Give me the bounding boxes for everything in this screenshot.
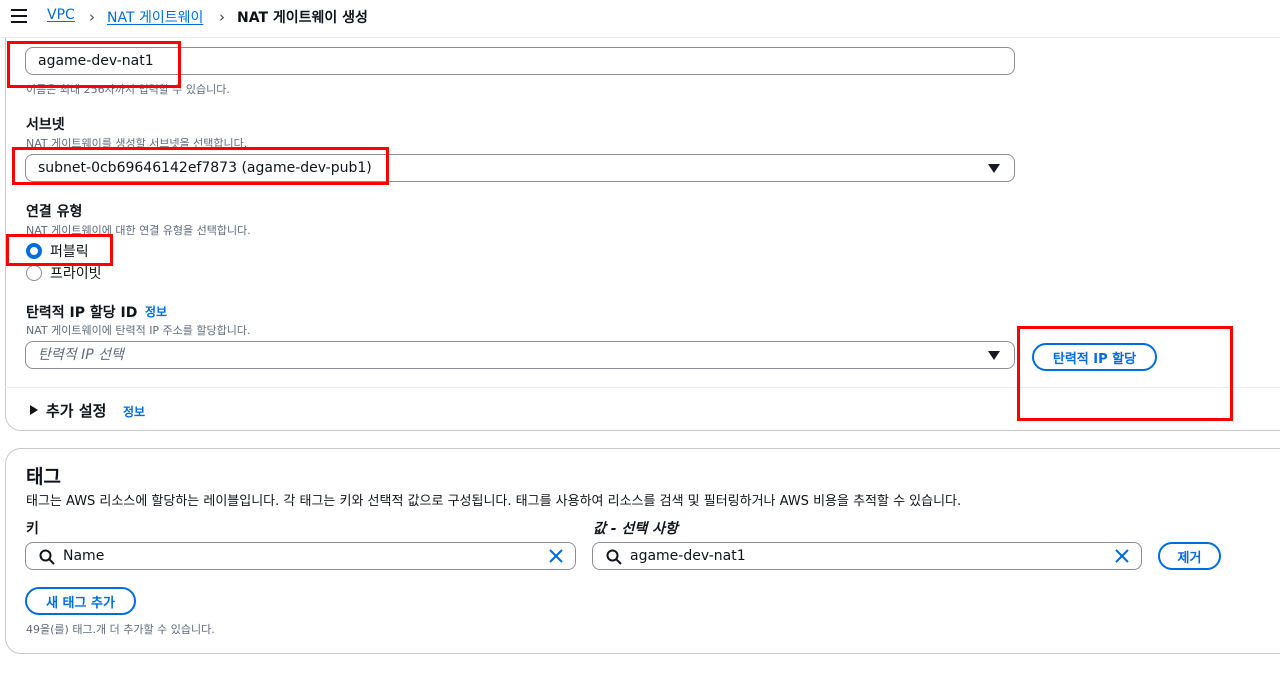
- tags-title: 태그: [26, 466, 61, 488]
- expand-caret-icon[interactable]: [30, 405, 38, 415]
- search-icon: [39, 549, 55, 565]
- tag-value-input[interactable]: agame-dev-nat1: [592, 542, 1142, 570]
- allocate-eip-button[interactable]: 탄력적 IP 할당: [1032, 343, 1157, 371]
- eip-label: 탄력적 IP 할당 ID: [26, 305, 138, 321]
- connection-type-label: 연결 유형: [26, 204, 83, 220]
- tag-key-value: Name: [63, 548, 105, 564]
- name-input[interactable]: agame-dev-nat1: [25, 47, 1015, 75]
- eip-select-placeholder: 탄력적 IP 선택: [38, 347, 124, 363]
- tag-key-input[interactable]: Name: [25, 542, 576, 570]
- breadcrumb-vpc[interactable]: VPC: [47, 7, 75, 23]
- additional-settings-info-link[interactable]: 정보: [123, 403, 145, 420]
- tag-value-label-text: 값 - 선택 사항: [593, 521, 678, 537]
- remove-tag-button[interactable]: 제거: [1158, 542, 1221, 570]
- subnet-desc: NAT 게이트웨이를 생성할 서브넷을 선택합니다.: [26, 137, 248, 150]
- tag-key-label: 키: [26, 521, 39, 537]
- add-new-tag-button[interactable]: 새 태그 추가: [25, 587, 136, 615]
- name-hint: 이름은 최대 256자까지 입력할 수 있습니다.: [26, 83, 230, 96]
- radio-public-label[interactable]: 퍼블릭: [50, 241, 89, 261]
- caret-down-icon: [988, 351, 1000, 360]
- chevron-right-icon: ›: [219, 8, 225, 26]
- connection-type-desc: NAT 게이트웨이에 대한 연결 유형을 선택합니다.: [26, 224, 251, 237]
- breadcrumb-nat-gateways[interactable]: NAT 게이트웨이: [107, 7, 203, 27]
- subnet-label: 서브넷: [26, 117, 65, 133]
- tag-value-label: 값 - 선택 사항: [593, 518, 678, 538]
- clear-icon[interactable]: [1114, 548, 1130, 564]
- name-input-value: agame-dev-nat1: [38, 53, 154, 69]
- subnet-select-value: subnet-0cb69646142ef7873 (agame-dev-pub1…: [38, 160, 372, 176]
- radio-private-label[interactable]: 프라이빗: [50, 263, 102, 283]
- eip-select[interactable]: 탄력적 IP 선택: [25, 341, 1015, 369]
- top-navigation-bar: VPC › NAT 게이트웨이 › NAT 게이트웨이 생성: [0, 0, 1280, 38]
- radio-public[interactable]: [26, 243, 42, 259]
- caret-down-icon: [988, 164, 1000, 173]
- tags-desc: 태그는 AWS 리소스에 할당하는 레이블입니다. 각 태그는 키와 선택적 값…: [26, 494, 962, 509]
- eip-desc: NAT 게이트웨이에 탄력적 IP 주소를 할당합니다.: [26, 324, 251, 337]
- search-icon: [606, 549, 622, 565]
- eip-info-link[interactable]: 정보: [145, 303, 167, 320]
- subnet-select[interactable]: subnet-0cb69646142ef7873 (agame-dev-pub1…: [25, 154, 1015, 182]
- tags-remaining-text: 49을(를) 태그.개 더 추가할 수 있습니다.: [26, 623, 215, 636]
- menu-icon[interactable]: [11, 9, 27, 23]
- clear-icon[interactable]: [548, 548, 564, 564]
- radio-private[interactable]: [26, 265, 42, 281]
- additional-settings-toggle[interactable]: 추가 설정: [46, 400, 106, 421]
- section-divider: [5, 387, 1280, 388]
- tag-value-value: agame-dev-nat1: [630, 548, 746, 564]
- chevron-right-icon: ›: [89, 8, 95, 26]
- breadcrumb-current: NAT 게이트웨이 생성: [237, 10, 368, 26]
